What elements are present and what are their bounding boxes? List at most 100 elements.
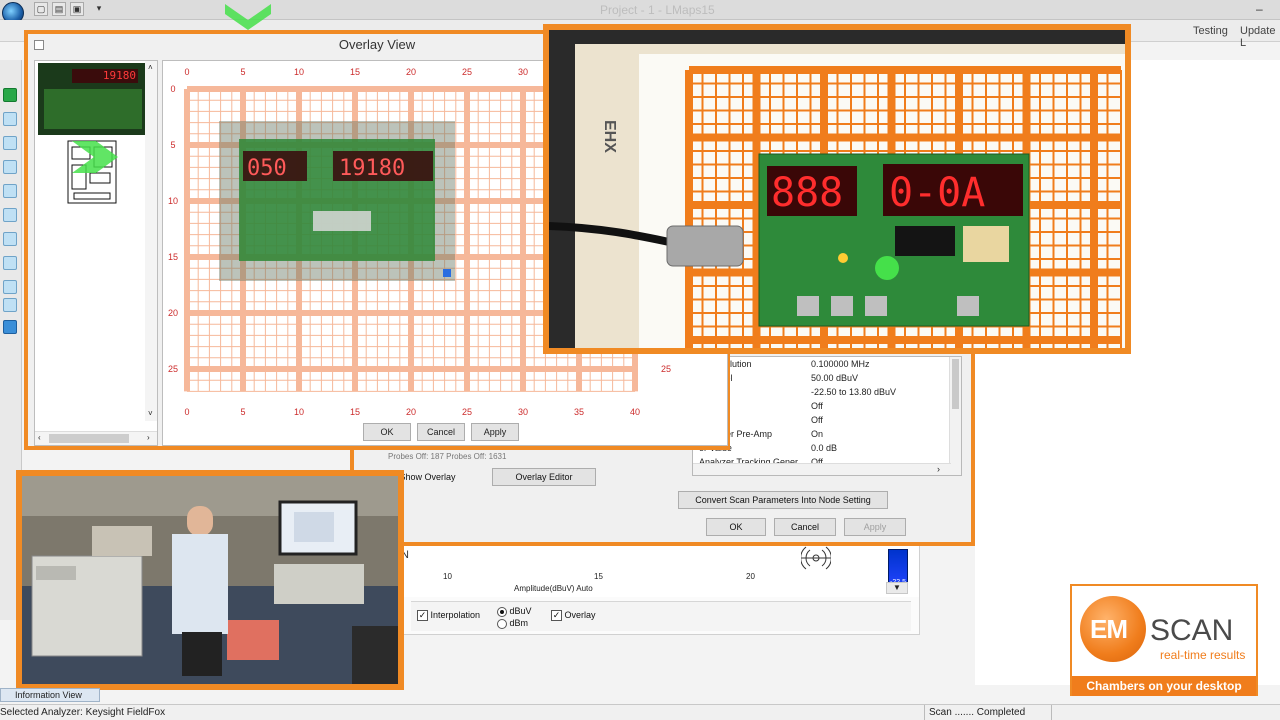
overlay-ok-button[interactable]: OK [363,423,411,441]
overlay-display-left: 050 [247,156,287,181]
run-icon[interactable] [3,88,17,102]
probes-text: Probes Off: 187 Probes Off: 1631 [388,452,507,461]
tool-icon-4[interactable] [3,184,17,198]
scroll-right-icon[interactable]: › [147,433,150,442]
param-row: nge-22.50 to 13.80 dBuV [693,387,953,401]
x-tick-label-top: 5 [240,67,245,77]
emscan-logo: EM SCAN real-time results Chambers on yo… [1070,584,1258,696]
convert-scan-parameters-button[interactable]: Convert Scan Parameters Into Node Settin… [678,491,888,509]
antenna-icon [801,546,831,570]
x-tick-label-top: 10 [294,67,304,77]
y-tick-label: 20 [168,308,178,318]
tool-icon-9[interactable] [3,298,17,312]
param-row: ldOff [693,401,953,415]
thumbnail-horizontal-scrollbar[interactable]: ‹ › [35,431,157,445]
board-display-left: 888 [771,170,843,216]
app-titlebar: ▢ ▤ ▣ ▾ Project - 1 - LMaps15 – [0,0,1280,24]
plot-axis-area: N 10 15 20 Amplitude(dBuV) Auto -22.5 [381,541,919,597]
interpolation-checkbox[interactable]: ✓ Interpolation [417,610,481,622]
overlay-checkbox[interactable]: ✓ Overlay [551,610,596,622]
x-tick-label-top: 15 [350,67,360,77]
thumb-board [44,89,142,129]
x-tick-label-bottom: 30 [518,407,528,417]
scroll-right-icon[interactable]: › [937,464,940,474]
interpolation-label: Interpolation [430,610,481,620]
plot-axis-label: Amplitude(dBuV) Auto [514,584,593,593]
scan-ok-button[interactable]: OK [706,518,766,536]
unit-dbm-label: dBm [509,618,529,628]
tab-information-view[interactable]: Information View [0,688,100,702]
param-row: or Value0.0 dB [693,443,953,457]
open-folder-icon[interactable]: ▤ [52,2,66,16]
logo-scan: SCAN [1150,614,1234,647]
param-value: Off [811,415,823,425]
param-value: Off [811,401,823,411]
scan-cancel-button[interactable]: Cancel [774,518,836,536]
ribbon-tab-testing[interactable]: Testing [1193,25,1228,37]
customize-toolbar-icon[interactable]: ▾ [92,2,106,16]
y-tick-label: 15 [168,252,178,262]
layout-drawing-thumbnail[interactable] [38,139,146,207]
param-row: Analyzer Pre-Amp On [693,429,953,443]
show-overlay-label: Show Overlay [399,472,456,482]
tool-icon-2[interactable] [3,136,17,150]
unit-dbm-radio[interactable]: dBm [497,618,528,629]
overlay-label: Overlay [564,610,596,620]
overlay-apply-button[interactable]: Apply [471,423,519,441]
tool-icon-1[interactable] [3,112,17,126]
scroll-down-button[interactable]: ▼ [886,582,908,594]
overlay-anchor-marker [443,269,451,277]
tool-icon-8[interactable] [3,280,17,294]
parameter-grid: th Resolution0.100000 MHz ce Level50.00 … [692,356,962,476]
logo-footer: Chambers on your desktop [1072,676,1256,696]
y-tick-label: 10 [168,196,178,206]
tool-icon-5[interactable] [3,208,17,222]
overlay-editor-button[interactable]: Overlay Editor [492,468,596,486]
new-file-icon[interactable]: ▢ [34,2,48,16]
scroll-down-icon[interactable]: ˅ [148,409,153,418]
camera-view-board: EHX 888 0-0A [543,24,1131,354]
minimize-icon[interactable]: – [1256,2,1263,16]
ribbon-tab-update[interactable]: Update L [1240,25,1280,49]
overlay-cancel-button[interactable]: Cancel [417,423,465,441]
status-analyzer: Selected Analyzer: Keysight FieldFox [0,707,166,718]
param-horizontal-scrollbar[interactable]: › [693,463,951,475]
logo-tagline: real-time results [1160,648,1246,662]
y-tick-label: 5 [170,140,175,150]
param-value: On [811,429,824,439]
thumbnail-vertical-scrollbar[interactable]: ˄ ˅ [145,61,157,421]
plot-tick: 20 [746,572,755,581]
x-tick-label-bottom: 5 [240,407,245,417]
app-title: Project - 1 - LMaps15 [600,3,715,17]
x-tick-label-top: 30 [518,67,528,77]
green-chevron-icon [225,4,271,30]
thumb-display: 19180 [72,69,138,83]
scroll-up-icon[interactable]: ˄ [148,63,153,72]
status-bar: Selected Analyzer: Keysight FieldFox Sca… [0,704,1280,720]
scroll-left-icon[interactable]: ‹ [38,433,41,442]
tool-icon-7[interactable] [3,256,17,270]
param-row: satedOff [693,415,953,429]
unit-dbuv-radio[interactable]: dBuV [497,606,532,617]
scrollbar-thumb[interactable] [952,359,959,409]
board-photo-thumbnail[interactable]: 19180 [38,63,146,135]
x-tick-label-bottom: 10 [294,407,304,417]
hscroll-thumb[interactable] [49,434,129,443]
thumbnail-panel: 19180 ˄ ˅ ‹ › [34,60,158,446]
report-icon[interactable] [3,320,17,334]
green-arrow-icon [72,141,118,173]
param-row: th Resolution0.100000 MHz [693,359,953,373]
param-value: 50.00 dBuV [811,373,859,383]
y-tick-label: 25 [168,364,178,374]
x-tick-label-bottom: 35 [574,407,584,417]
scan-apply-button[interactable]: Apply [844,518,906,536]
tool-icon-3[interactable] [3,160,17,174]
save-icon[interactable]: ▣ [70,2,84,16]
y-tick-label: 0 [170,84,175,94]
plot-tick: 10 [443,572,452,581]
param-vertical-scrollbar[interactable] [949,357,961,475]
tool-icon-6[interactable] [3,232,17,246]
x-tick-label-top: 25 [462,67,472,77]
window-menu-icon[interactable] [34,40,44,50]
param-value: 0.100000 MHz [811,359,870,369]
